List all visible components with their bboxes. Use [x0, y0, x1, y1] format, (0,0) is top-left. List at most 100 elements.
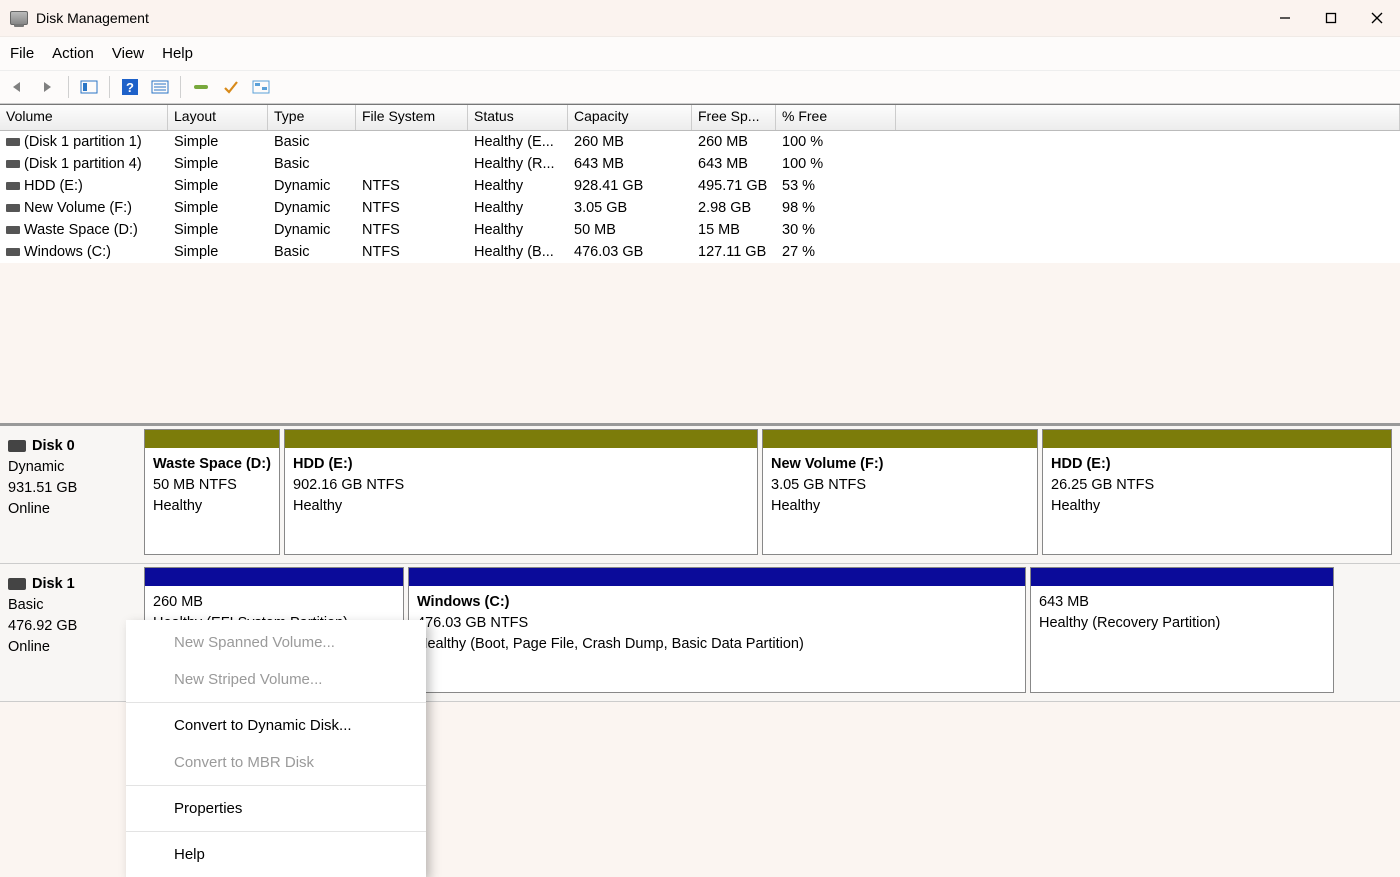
- volume-layout: Simple: [168, 156, 268, 172]
- menu-file[interactable]: File: [10, 45, 34, 62]
- volume-free: 495.71 GB: [692, 178, 776, 194]
- volume-fs: NTFS: [356, 244, 468, 260]
- volume-layout: Simple: [168, 244, 268, 260]
- partition-title: HDD (E:): [1051, 454, 1383, 475]
- volume-row[interactable]: Windows (C:)SimpleBasicNTFSHealthy (B...…: [0, 241, 1400, 263]
- col-status[interactable]: Status: [468, 105, 568, 130]
- refresh-icon[interactable]: [189, 75, 213, 99]
- partition-color-bar: [409, 568, 1025, 586]
- disk-label: Disk 0: [32, 438, 75, 454]
- partition[interactable]: New Volume (F:)3.05 GB NTFSHealthy: [762, 429, 1038, 555]
- disk-header[interactable]: Disk 0Dynamic931.51 GBOnline: [0, 426, 140, 563]
- disk-state: Online: [8, 499, 132, 520]
- partition-size: 643 MB: [1039, 592, 1325, 613]
- partition[interactable]: HDD (E:)26.25 GB NTFSHealthy: [1042, 429, 1392, 555]
- volume-capacity: 50 MB: [568, 222, 692, 238]
- volume-status: Healthy: [468, 222, 568, 238]
- ctx-new-striped: New Striped Volume...: [126, 661, 426, 698]
- ctx-convert-dynamic[interactable]: Convert to Dynamic Disk...: [126, 707, 426, 744]
- menu-view[interactable]: View: [112, 45, 144, 62]
- show-hide-tree-icon[interactable]: [77, 75, 101, 99]
- volume-pctfree: 100 %: [776, 156, 896, 172]
- volume-type: Dynamic: [268, 222, 356, 238]
- forward-button[interactable]: [36, 75, 60, 99]
- volume-icon: [6, 182, 20, 190]
- partition-title: HDD (E:): [293, 454, 749, 475]
- volume-name: New Volume (F:): [24, 200, 132, 216]
- close-button[interactable]: [1354, 0, 1400, 36]
- back-button[interactable]: [6, 75, 30, 99]
- volume-capacity: 928.41 GB: [568, 178, 692, 194]
- volume-row[interactable]: (Disk 1 partition 4)SimpleBasicHealthy (…: [0, 153, 1400, 175]
- title-bar: Disk Management: [0, 0, 1400, 36]
- maximize-button[interactable]: [1308, 0, 1354, 36]
- volume-row[interactable]: New Volume (F:)SimpleDynamicNTFSHealthy3…: [0, 197, 1400, 219]
- disk-icon: [8, 440, 26, 452]
- ctx-new-spanned: New Spanned Volume...: [126, 624, 426, 661]
- help-icon[interactable]: ?: [118, 75, 142, 99]
- volume-status: Healthy: [468, 178, 568, 194]
- partition-title: Windows (C:): [417, 592, 1017, 613]
- volume-status: Healthy (R...: [468, 156, 568, 172]
- apply-icon[interactable]: [219, 75, 243, 99]
- volume-name: Windows (C:): [24, 244, 111, 260]
- partition[interactable]: Waste Space (D:)50 MB NTFSHealthy: [144, 429, 280, 555]
- disk-row: Disk 0Dynamic931.51 GBOnlineWaste Space …: [0, 426, 1400, 564]
- volume-status: Healthy (E...: [468, 134, 568, 150]
- col-layout[interactable]: Layout: [168, 105, 268, 130]
- action-list-icon[interactable]: [148, 75, 172, 99]
- volume-pctfree: 30 %: [776, 222, 896, 238]
- menu-action[interactable]: Action: [52, 45, 94, 62]
- volume-pctfree: 100 %: [776, 134, 896, 150]
- volume-icon: [6, 160, 20, 168]
- partition-status: Healthy (Recovery Partition): [1039, 613, 1325, 634]
- partition-color-bar: [763, 430, 1037, 448]
- disk-context-menu: New Spanned Volume... New Striped Volume…: [126, 620, 426, 877]
- disk-header[interactable]: Disk 1Basic476.92 GBOnline: [0, 564, 140, 701]
- settings-icon[interactable]: [249, 75, 273, 99]
- partition-size: 902.16 GB NTFS: [293, 475, 749, 496]
- minimize-button[interactable]: [1262, 0, 1308, 36]
- volume-row[interactable]: Waste Space (D:)SimpleDynamicNTFSHealthy…: [0, 219, 1400, 241]
- toolbar: ?: [0, 70, 1400, 104]
- partition-color-bar: [285, 430, 757, 448]
- volume-fs: NTFS: [356, 200, 468, 216]
- volume-fs: NTFS: [356, 178, 468, 194]
- volume-type: Basic: [268, 134, 356, 150]
- partition-color-bar: [145, 430, 279, 448]
- volume-name: Waste Space (D:): [24, 222, 138, 238]
- volume-free: 643 MB: [692, 156, 776, 172]
- disk-size: 931.51 GB: [8, 478, 132, 499]
- partition[interactable]: Windows (C:)476.03 GB NTFSHealthy (Boot,…: [408, 567, 1026, 693]
- volume-capacity: 643 MB: [568, 156, 692, 172]
- ctx-properties[interactable]: Properties: [126, 790, 426, 827]
- partition[interactable]: HDD (E:)902.16 GB NTFSHealthy: [284, 429, 758, 555]
- col-type[interactable]: Type: [268, 105, 356, 130]
- volume-row[interactable]: (Disk 1 partition 1)SimpleBasicHealthy (…: [0, 131, 1400, 153]
- col-free[interactable]: Free Sp...: [692, 105, 776, 130]
- col-volume[interactable]: Volume: [0, 105, 168, 130]
- volume-type: Basic: [268, 156, 356, 172]
- volume-pctfree: 27 %: [776, 244, 896, 260]
- volume-free: 2.98 GB: [692, 200, 776, 216]
- menu-help[interactable]: Help: [162, 45, 193, 62]
- volume-icon: [6, 248, 20, 256]
- app-icon: [10, 11, 28, 25]
- volume-icon: [6, 204, 20, 212]
- volume-status: Healthy (B...: [468, 244, 568, 260]
- disk-state: Online: [8, 637, 132, 658]
- volume-row[interactable]: HDD (E:)SimpleDynamicNTFSHealthy928.41 G…: [0, 175, 1400, 197]
- col-filesystem[interactable]: File System: [356, 105, 468, 130]
- col-pctfree[interactable]: % Free: [776, 105, 896, 130]
- col-capacity[interactable]: Capacity: [568, 105, 692, 130]
- disk-icon: [8, 578, 26, 590]
- volume-list-header[interactable]: Volume Layout Type File System Status Ca…: [0, 105, 1400, 131]
- disk-type: Basic: [8, 595, 132, 616]
- svg-text:?: ?: [126, 80, 134, 95]
- ctx-help[interactable]: Help: [126, 836, 426, 873]
- volume-pctfree: 53 %: [776, 178, 896, 194]
- partition-status: Healthy (Boot, Page File, Crash Dump, Ba…: [417, 634, 1017, 655]
- partition-size: 26.25 GB NTFS: [1051, 475, 1383, 496]
- partition[interactable]: 643 MBHealthy (Recovery Partition): [1030, 567, 1334, 693]
- partition-size: 476.03 GB NTFS: [417, 613, 1017, 634]
